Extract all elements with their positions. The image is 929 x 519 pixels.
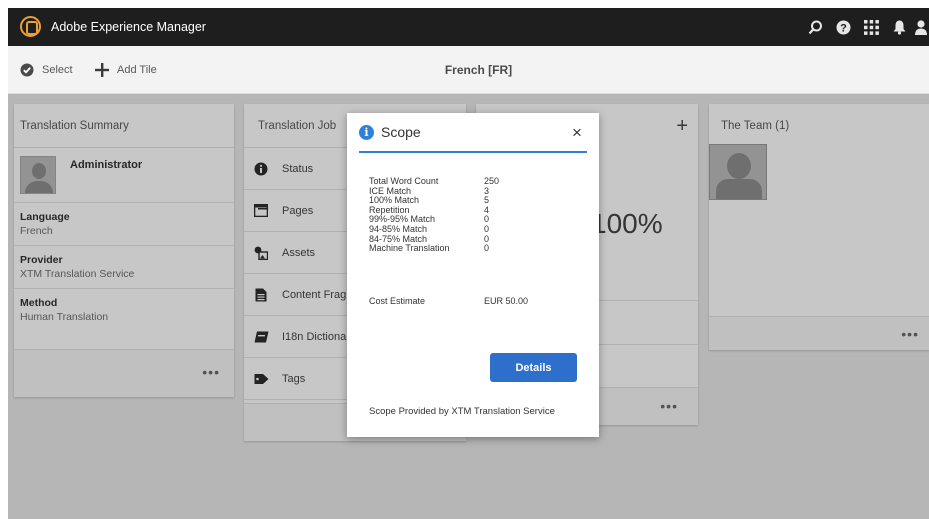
svg-text:?: ? [840,22,847,34]
app-title: Adobe Experience Manager [51,19,206,34]
apps-grid-icon[interactable] [857,8,885,46]
close-button[interactable]: × [567,123,587,143]
search-icon[interactable] [801,8,829,46]
page-title: French [FR] [444,63,513,77]
scope-provider-note: Scope Provided by XTM Translation Servic… [369,406,555,417]
cost-label: Cost Estimate [369,296,426,306]
brand[interactable]: Adobe Experience Manager [20,16,206,37]
top-icons: ? [801,8,929,46]
user-icon[interactable] [913,8,929,46]
scope-stats: Total Word Count 250 ICE Match 3 100% Matc… [369,176,499,254]
cost-value: EUR 50.00 [484,296,529,306]
scope-dialog: i Scope × Total Word Count 250 ICE Match 3… [347,113,599,437]
dialog-header: i Scope × [359,113,587,153]
stat-row: Machine Translation 0 [369,243,490,254]
info-icon: i [359,124,374,140]
details-button[interactable]: Details [490,353,577,382]
cost-estimate: Cost Estimate EUR 50.00 [369,296,528,306]
help-icon[interactable]: ? [829,8,857,46]
aem-logo-icon [20,16,41,37]
bell-icon[interactable] [885,8,913,46]
dialog-title: Scope [381,124,421,140]
action-bar: Select Add Tile French [FR] [8,46,929,94]
top-bar: Adobe Experience Manager ? [8,8,929,46]
